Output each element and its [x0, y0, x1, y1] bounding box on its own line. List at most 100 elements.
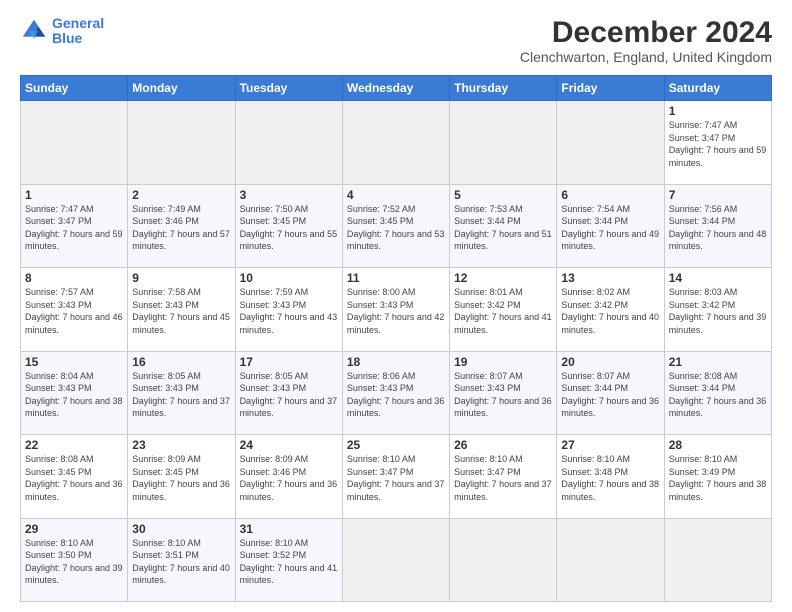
calendar-table: SundayMondayTuesdayWednesdayThursdayFrid… — [20, 75, 772, 602]
col-header-saturday: Saturday — [664, 76, 771, 101]
day-number: 26 — [454, 438, 552, 452]
col-header-wednesday: Wednesday — [342, 76, 449, 101]
calendar-cell: 18Sunrise: 8:06 AMSunset: 3:43 PMDayligh… — [342, 351, 449, 435]
day-info: Sunrise: 7:47 AMSunset: 3:47 PMDaylight:… — [669, 119, 767, 169]
title-block: December 2024 Clenchwarton, England, Uni… — [520, 16, 772, 65]
day-info: Sunrise: 8:09 AMSunset: 3:45 PMDaylight:… — [132, 453, 230, 503]
day-info: Sunrise: 8:10 AMSunset: 3:47 PMDaylight:… — [347, 453, 445, 503]
logo-blue: Blue — [52, 31, 104, 46]
logo-text: General Blue — [52, 16, 104, 47]
col-header-monday: Monday — [128, 76, 235, 101]
day-number: 4 — [347, 188, 445, 202]
day-info: Sunrise: 7:47 AMSunset: 3:47 PMDaylight:… — [25, 203, 123, 253]
day-info: Sunrise: 7:52 AMSunset: 3:45 PMDaylight:… — [347, 203, 445, 253]
day-number: 11 — [347, 271, 445, 285]
day-number: 14 — [669, 271, 767, 285]
calendar-cell: 10Sunrise: 7:59 AMSunset: 3:43 PMDayligh… — [235, 268, 342, 352]
day-info: Sunrise: 8:08 AMSunset: 3:45 PMDaylight:… — [25, 453, 123, 503]
calendar-cell: 23Sunrise: 8:09 AMSunset: 3:45 PMDayligh… — [128, 435, 235, 519]
calendar-cell: 31Sunrise: 8:10 AMSunset: 3:52 PMDayligh… — [235, 518, 342, 602]
calendar-cell — [342, 101, 449, 185]
page: General Blue December 2024 Clenchwarton,… — [0, 0, 792, 612]
header: General Blue December 2024 Clenchwarton,… — [20, 16, 772, 65]
day-info: Sunrise: 8:03 AMSunset: 3:42 PMDaylight:… — [669, 286, 767, 336]
day-number: 1 — [669, 104, 767, 118]
day-number: 13 — [561, 271, 659, 285]
day-info: Sunrise: 7:56 AMSunset: 3:44 PMDaylight:… — [669, 203, 767, 253]
day-number: 12 — [454, 271, 552, 285]
day-info: Sunrise: 8:10 AMSunset: 3:52 PMDaylight:… — [240, 537, 338, 587]
day-info: Sunrise: 8:06 AMSunset: 3:43 PMDaylight:… — [347, 370, 445, 420]
main-title: December 2024 — [520, 16, 772, 49]
day-info: Sunrise: 8:00 AMSunset: 3:43 PMDaylight:… — [347, 286, 445, 336]
calendar-cell: 15Sunrise: 8:04 AMSunset: 3:43 PMDayligh… — [21, 351, 128, 435]
calendar-cell: 14Sunrise: 8:03 AMSunset: 3:42 PMDayligh… — [664, 268, 771, 352]
day-info: Sunrise: 8:07 AMSunset: 3:43 PMDaylight:… — [454, 370, 552, 420]
day-info: Sunrise: 7:54 AMSunset: 3:44 PMDaylight:… — [561, 203, 659, 253]
day-number: 8 — [25, 271, 123, 285]
day-number: 25 — [347, 438, 445, 452]
calendar-row-6: 29Sunrise: 8:10 AMSunset: 3:50 PMDayligh… — [21, 518, 772, 602]
calendar-cell: 24Sunrise: 8:09 AMSunset: 3:46 PMDayligh… — [235, 435, 342, 519]
day-number: 31 — [240, 522, 338, 536]
day-info: Sunrise: 7:49 AMSunset: 3:46 PMDaylight:… — [132, 203, 230, 253]
day-info: Sunrise: 8:02 AMSunset: 3:42 PMDaylight:… — [561, 286, 659, 336]
calendar-cell — [450, 518, 557, 602]
day-number: 15 — [25, 355, 123, 369]
day-info: Sunrise: 7:50 AMSunset: 3:45 PMDaylight:… — [240, 203, 338, 253]
calendar-cell: 19Sunrise: 8:07 AMSunset: 3:43 PMDayligh… — [450, 351, 557, 435]
calendar-cell: 2Sunrise: 7:49 AMSunset: 3:46 PMDaylight… — [128, 184, 235, 268]
calendar-cell — [21, 101, 128, 185]
calendar-cell: 30Sunrise: 8:10 AMSunset: 3:51 PMDayligh… — [128, 518, 235, 602]
logo-icon — [20, 17, 48, 45]
calendar-cell: 27Sunrise: 8:10 AMSunset: 3:48 PMDayligh… — [557, 435, 664, 519]
day-number: 7 — [669, 188, 767, 202]
calendar-cell: 29Sunrise: 8:10 AMSunset: 3:50 PMDayligh… — [21, 518, 128, 602]
calendar-cell: 13Sunrise: 8:02 AMSunset: 3:42 PMDayligh… — [557, 268, 664, 352]
col-header-tuesday: Tuesday — [235, 76, 342, 101]
calendar-cell: 25Sunrise: 8:10 AMSunset: 3:47 PMDayligh… — [342, 435, 449, 519]
day-info: Sunrise: 8:10 AMSunset: 3:51 PMDaylight:… — [132, 537, 230, 587]
day-info: Sunrise: 8:09 AMSunset: 3:46 PMDaylight:… — [240, 453, 338, 503]
calendar-cell: 20Sunrise: 8:07 AMSunset: 3:44 PMDayligh… — [557, 351, 664, 435]
calendar-cell: 1Sunrise: 7:47 AMSunset: 3:47 PMDaylight… — [664, 101, 771, 185]
day-number: 22 — [25, 438, 123, 452]
day-info: Sunrise: 7:53 AMSunset: 3:44 PMDaylight:… — [454, 203, 552, 253]
col-header-friday: Friday — [557, 76, 664, 101]
day-number: 10 — [240, 271, 338, 285]
col-header-sunday: Sunday — [21, 76, 128, 101]
calendar-row-5: 22Sunrise: 8:08 AMSunset: 3:45 PMDayligh… — [21, 435, 772, 519]
day-number: 2 — [132, 188, 230, 202]
day-number: 5 — [454, 188, 552, 202]
calendar-header-row: SundayMondayTuesdayWednesdayThursdayFrid… — [21, 76, 772, 101]
day-info: Sunrise: 8:10 AMSunset: 3:47 PMDaylight:… — [454, 453, 552, 503]
day-info: Sunrise: 8:10 AMSunset: 3:48 PMDaylight:… — [561, 453, 659, 503]
day-info: Sunrise: 8:10 AMSunset: 3:50 PMDaylight:… — [25, 537, 123, 587]
day-number: 27 — [561, 438, 659, 452]
day-info: Sunrise: 8:01 AMSunset: 3:42 PMDaylight:… — [454, 286, 552, 336]
day-number: 18 — [347, 355, 445, 369]
calendar-cell: 5Sunrise: 7:53 AMSunset: 3:44 PMDaylight… — [450, 184, 557, 268]
calendar-cell: 4Sunrise: 7:52 AMSunset: 3:45 PMDaylight… — [342, 184, 449, 268]
calendar-cell: 11Sunrise: 8:00 AMSunset: 3:43 PMDayligh… — [342, 268, 449, 352]
calendar-row-3: 8Sunrise: 7:57 AMSunset: 3:43 PMDaylight… — [21, 268, 772, 352]
calendar-cell: 28Sunrise: 8:10 AMSunset: 3:49 PMDayligh… — [664, 435, 771, 519]
calendar-cell: 17Sunrise: 8:05 AMSunset: 3:43 PMDayligh… — [235, 351, 342, 435]
logo-general: General — [52, 15, 104, 31]
day-number: 30 — [132, 522, 230, 536]
calendar-cell: 9Sunrise: 7:58 AMSunset: 3:43 PMDaylight… — [128, 268, 235, 352]
calendar-cell: 12Sunrise: 8:01 AMSunset: 3:42 PMDayligh… — [450, 268, 557, 352]
day-number: 17 — [240, 355, 338, 369]
day-info: Sunrise: 8:08 AMSunset: 3:44 PMDaylight:… — [669, 370, 767, 420]
calendar-cell: 16Sunrise: 8:05 AMSunset: 3:43 PMDayligh… — [128, 351, 235, 435]
calendar-cell — [128, 101, 235, 185]
calendar-cell — [235, 101, 342, 185]
day-info: Sunrise: 8:05 AMSunset: 3:43 PMDaylight:… — [240, 370, 338, 420]
calendar-cell: 26Sunrise: 8:10 AMSunset: 3:47 PMDayligh… — [450, 435, 557, 519]
day-info: Sunrise: 8:07 AMSunset: 3:44 PMDaylight:… — [561, 370, 659, 420]
day-info: Sunrise: 7:57 AMSunset: 3:43 PMDaylight:… — [25, 286, 123, 336]
day-number: 1 — [25, 188, 123, 202]
day-number: 6 — [561, 188, 659, 202]
day-number: 29 — [25, 522, 123, 536]
calendar-cell: 22Sunrise: 8:08 AMSunset: 3:45 PMDayligh… — [21, 435, 128, 519]
